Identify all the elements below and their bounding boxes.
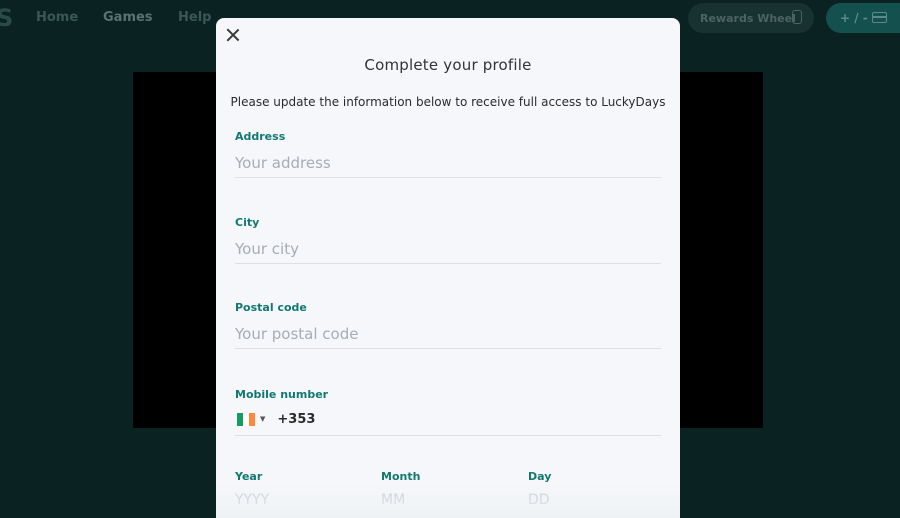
nav-link-home[interactable]: Home: [36, 10, 78, 25]
wallet-button[interactable]: + / -: [826, 3, 900, 33]
month-label: Month: [381, 470, 421, 483]
postal-code-input[interactable]: [235, 319, 661, 349]
dial-code: +353: [277, 411, 316, 427]
nav-link-games[interactable]: Games: [103, 10, 153, 25]
wallet-card-icon: [872, 12, 887, 23]
modal-subtitle: Please update the information below to r…: [230, 95, 666, 109]
ireland-flag-icon[interactable]: [237, 412, 255, 426]
day-label: Day: [528, 470, 552, 483]
close-icon[interactable]: [224, 26, 242, 44]
address-input[interactable]: [235, 148, 661, 178]
year-input[interactable]: YYYY: [235, 492, 269, 508]
postal-code-label: Postal code: [235, 301, 307, 314]
modal-title: Complete your profile: [364, 56, 532, 74]
address-field-group: Address: [235, 130, 661, 178]
city-label: City: [235, 216, 260, 229]
month-input[interactable]: MM: [381, 492, 405, 508]
logo[interactable]: S: [0, 4, 13, 32]
address-label: Address: [235, 130, 286, 143]
city-input[interactable]: [235, 234, 661, 264]
rewards-wheel-label: Rewards Wheel: [700, 11, 796, 25]
rewards-wheel-button[interactable]: Rewards Wheel: [688, 3, 814, 33]
city-field-group: City: [235, 216, 661, 264]
chevron-down-icon[interactable]: ▼: [260, 415, 265, 423]
wallet-label: + / -: [840, 11, 868, 25]
day-input[interactable]: DD: [528, 492, 550, 508]
complete-profile-modal: Complete your profile Please update the …: [216, 18, 680, 518]
mobile-number-input[interactable]: ▼ +353: [235, 403, 661, 436]
postal-code-field-group: Postal code: [235, 301, 661, 349]
mobile-field-group: Mobile number ▼ +353: [235, 388, 661, 436]
nav-link-help[interactable]: Help: [178, 10, 211, 25]
bottom-fade: [216, 482, 680, 518]
mobile-number-label: Mobile number: [235, 388, 329, 401]
medal-icon: [792, 10, 802, 24]
year-label: Year: [235, 470, 263, 483]
